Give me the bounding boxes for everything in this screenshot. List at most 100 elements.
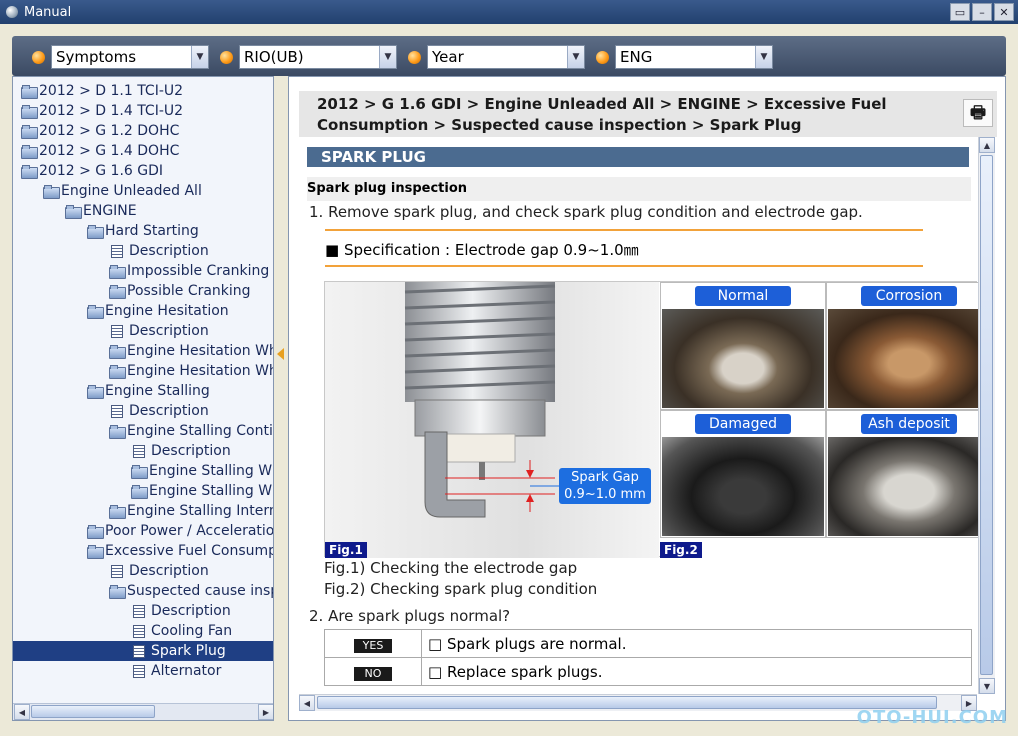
scroll-down-icon[interactable]: ▼	[979, 678, 995, 694]
tree-node[interactable]: Excessive Fuel Consump	[13, 541, 273, 561]
collapse-arrow-icon[interactable]	[277, 348, 284, 360]
folder-icon	[87, 305, 104, 319]
tree-node[interactable]: Spark Plug	[13, 641, 273, 661]
tree-node[interactable]: Engine Stalling Contin	[13, 421, 273, 441]
tree-horizontal-scrollbar[interactable]: ◀ ▶	[13, 703, 273, 720]
spark-gap-title: Spark Gap	[571, 470, 639, 485]
folder-icon	[109, 365, 126, 379]
tree-node[interactable]: Engine Stalling	[13, 381, 273, 401]
fig2-tag: Fig.2	[660, 542, 702, 558]
tree-node[interactable]: ENGINE	[13, 201, 273, 221]
symptoms-dropdown[interactable]: Symptoms ▼	[51, 45, 209, 69]
tree-node[interactable]: 2012 > G 1.6 GDI	[13, 161, 273, 181]
tree-node[interactable]: Engine Stalling Wh	[13, 481, 274, 501]
tree-node[interactable]: Possible Cranking	[13, 281, 273, 301]
normal-plug-photo	[662, 309, 824, 408]
tree-node[interactable]: Description	[13, 321, 273, 341]
tree-node-label: Alternator	[151, 663, 222, 679]
model-dropdown[interactable]: RIO(UB) ▼	[239, 45, 397, 69]
chevron-down-icon[interactable]: ▼	[191, 46, 208, 68]
tree-node[interactable]: Description	[13, 561, 273, 581]
maximize-button[interactable]: ▭	[950, 3, 970, 21]
scroll-thumb[interactable]	[31, 705, 155, 718]
tree-node[interactable]: Engine Unleaded All	[13, 181, 273, 201]
table-row: YES □ Spark plugs are normal.	[324, 629, 972, 658]
tree-node[interactable]: Cooling Fan	[13, 621, 273, 641]
document-icon	[133, 624, 145, 638]
figure: Spark Gap 0.9~1.0 mm Fig.1 Normal Corros…	[324, 281, 987, 558]
tree-node-label: Engine Stalling Intermi	[127, 503, 274, 519]
folder-icon	[87, 525, 104, 539]
checkbox-icon: □	[428, 634, 447, 653]
scroll-up-icon[interactable]: ▲	[979, 137, 995, 153]
print-button[interactable]: 🖶	[963, 99, 993, 127]
engine-dropdown[interactable]: ENG ▼	[615, 45, 773, 69]
tree-node-label: Description	[151, 443, 231, 459]
document-icon	[111, 324, 123, 338]
no-answer-text[interactable]: Replace spark plugs.	[447, 663, 603, 681]
spark-gap-label: Spark Gap 0.9~1.0 mm	[559, 468, 651, 504]
tree-node[interactable]: Description	[13, 601, 273, 621]
watermark: OTO-HUI.COM	[856, 707, 1008, 728]
tree-node[interactable]: Hard Starting	[13, 221, 273, 241]
fig1-tag: Fig.1	[325, 542, 367, 558]
tree-node[interactable]: Alternator	[13, 661, 273, 681]
folder-icon	[65, 205, 82, 219]
engine-selector: ENG ▼	[596, 45, 773, 69]
scroll-right-icon[interactable]: ▶	[258, 704, 273, 720]
folder-icon	[21, 105, 38, 119]
tree-node[interactable]: Description	[13, 241, 273, 261]
tree-node-label: Engine Stalling Wh	[149, 483, 274, 499]
yes-badge[interactable]: YES	[354, 638, 392, 653]
scroll-thumb[interactable]	[980, 155, 993, 675]
tree-node[interactable]: Engine Hesitation Whe	[13, 361, 273, 381]
minimize-button[interactable]: –	[972, 3, 992, 21]
year-dropdown[interactable]: Year ▼	[427, 45, 585, 69]
spec-divider-top	[325, 229, 923, 231]
close-button[interactable]: ✕	[994, 3, 1014, 21]
tree-node[interactable]: 2012 > D 1.4 TCI-U2	[13, 101, 273, 121]
condition-label: Ash deposit	[861, 414, 957, 434]
panel-splitter[interactable]	[274, 76, 288, 721]
subheading: Spark plug inspection	[307, 177, 971, 201]
tree-node[interactable]: 2012 > D 1.1 TCI-U2	[13, 81, 273, 101]
content-panel: 2012 > G 1.6 GDI > Engine Unleaded All >…	[288, 76, 1006, 721]
navigation-tree: 2012 > D 1.1 TCI-U2 2012 > D 1.4 TCI-U2 20…	[13, 81, 274, 681]
no-badge[interactable]: NO	[354, 666, 392, 681]
bullet-icon	[220, 50, 233, 64]
folder-icon	[109, 425, 126, 439]
symptoms-selector: Symptoms ▼	[32, 45, 209, 69]
scroll-left-icon[interactable]: ◀	[14, 704, 30, 720]
scroll-left-icon[interactable]: ◀	[299, 695, 315, 711]
tree-node[interactable]: Engine Hesitation	[13, 301, 273, 321]
tree-node[interactable]: Poor Power / Acceleratio	[13, 521, 273, 541]
tree-node[interactable]: Description	[13, 441, 273, 461]
tree-node[interactable]: Engine Stalling Wh	[13, 461, 273, 481]
folder-icon	[21, 125, 38, 139]
chevron-down-icon[interactable]: ▼	[379, 46, 396, 68]
tree-node-label: Possible Cranking	[127, 283, 251, 299]
tree-node-label: 2012 > G 1.4 DOHC	[39, 143, 180, 159]
scroll-thumb[interactable]	[317, 696, 937, 709]
year-selector: Year ▼	[408, 45, 585, 69]
year-value: Year	[432, 48, 464, 66]
content-vertical-scrollbar[interactable]: ▲ ▼	[978, 137, 995, 694]
tree-node-label: 2012 > D 1.4 TCI-U2	[39, 103, 184, 119]
corrosion-plug-photo	[828, 309, 987, 408]
tree-node[interactable]: 2012 > G 1.2 DOHC	[13, 121, 273, 141]
tree-node[interactable]: Engine Hesitation Whe	[13, 341, 273, 361]
tree-node[interactable]: Impossible Cranking	[13, 261, 273, 281]
tree-node-label: Engine Unleaded All	[61, 183, 202, 199]
title-bar: Manual ▭ – ✕	[0, 0, 1018, 24]
condition-corrosion: Corrosion	[826, 282, 987, 410]
tree-node[interactable]: Suspected cause insp	[13, 581, 273, 601]
caption-fig2: Fig.2) Checking spark plug condition	[324, 580, 598, 598]
tree-node[interactable]: Description	[13, 401, 273, 421]
tree-node[interactable]: 2012 > G 1.4 DOHC	[13, 141, 273, 161]
chevron-down-icon[interactable]: ▼	[567, 46, 584, 68]
yes-answer-text[interactable]: Spark plugs are normal.	[447, 635, 627, 653]
tree-node[interactable]: Engine Stalling Intermi	[13, 501, 274, 521]
chevron-down-icon[interactable]: ▼	[755, 46, 772, 68]
step-2: 2. Are spark plugs normal?	[309, 607, 511, 625]
navigation-tree-panel: 2012 > D 1.1 TCI-U2 2012 > D 1.4 TCI-U2 20…	[12, 76, 274, 721]
